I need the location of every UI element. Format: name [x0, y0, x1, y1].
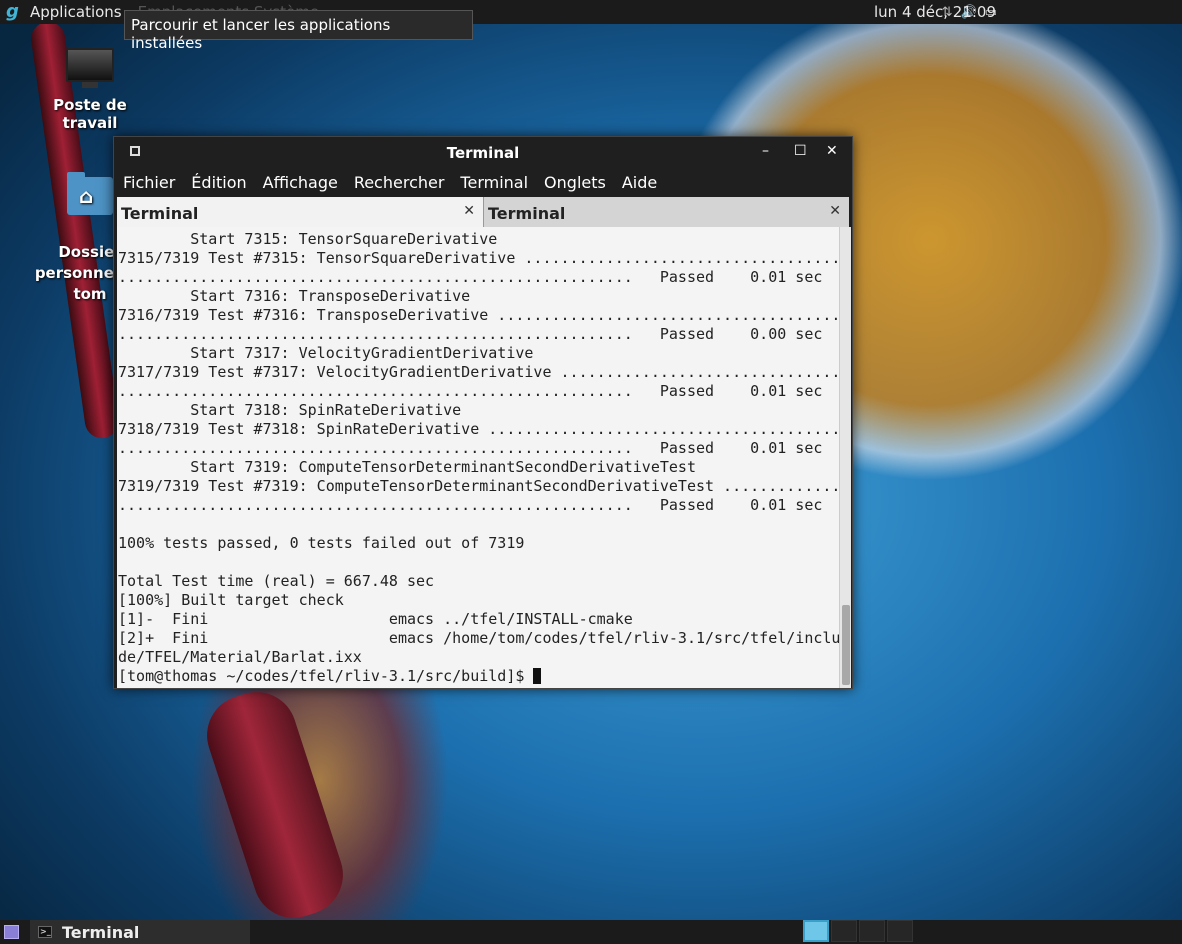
terminal-icon: >_ — [38, 926, 52, 938]
tab-close-icon[interactable]: ✕ — [463, 203, 475, 219]
terminal-line: ........................................… — [118, 496, 823, 514]
terminal-line: [100%] Built target check — [118, 591, 344, 609]
tab-label: Terminal — [488, 204, 566, 223]
terminal-line: [2]+ Fini emacs /home/tom/codes/tfel/rli… — [118, 629, 839, 647]
tab-terminal-2[interactable]: Terminal ✕ — [483, 197, 849, 227]
terminal-line: 7315/7319 Test #7315: TensorSquareDeriva… — [118, 249, 839, 267]
workspace-2[interactable] — [831, 920, 857, 942]
menu-bar: Fichier Édition Affichage Rechercher Ter… — [114, 169, 852, 195]
terminal-line: Start 7319: ComputeTensorDeterminantSeco… — [118, 458, 696, 476]
terminal-line: ........................................… — [118, 325, 823, 343]
menu-affichage[interactable]: Affichage — [263, 173, 338, 192]
terminal-line: 7318/7319 Test #7318: SpinRateDerivative… — [118, 420, 839, 438]
terminal-line: Start 7317: VelocityGradientDerivative — [118, 344, 534, 362]
scrollbar-thumb[interactable] — [842, 605, 850, 685]
terminal-line: ........................................… — [118, 268, 823, 286]
maximize-button[interactable]: ☐ — [794, 143, 807, 159]
terminal-line: ........................................… — [118, 382, 823, 400]
tab-bar: Terminal ✕ Terminal ✕ — [117, 197, 851, 227]
menu-fichier[interactable]: Fichier — [123, 173, 175, 192]
terminal-line: ........................................… — [118, 439, 823, 457]
workspace-1[interactable] — [803, 920, 829, 942]
terminal-line: Start 7315: TensorSquareDerivative — [118, 230, 498, 248]
distro-logo-icon: g — [6, 1, 19, 22]
terminal-window: Terminal – ☐ ✕ Fichier Édition Affichage… — [113, 136, 853, 689]
tab-terminal-1[interactable]: Terminal ✕ — [117, 197, 483, 227]
desktop-icon-computer[interactable]: Poste de travail — [28, 48, 152, 132]
workspace-3[interactable] — [859, 920, 885, 942]
show-desktop-icon[interactable] — [4, 925, 19, 939]
window-title: Terminal — [446, 144, 520, 162]
menu-onglets[interactable]: Onglets — [544, 173, 606, 192]
terminal-line: Start 7316: TransposeDerivative — [118, 287, 471, 305]
terminal-line: de/TFEL/Material/Barlat.ixx — [118, 648, 362, 666]
applications-tooltip: Parcourir et lancer les applications ins… — [124, 10, 473, 52]
taskbar-item-label: Terminal — [62, 922, 140, 942]
terminal-line: 100% tests passed, 0 tests failed out of… — [118, 534, 525, 552]
text-cursor — [533, 668, 542, 684]
terminal-text: Start 7315: TensorSquareDerivative 7315/7… — [117, 227, 839, 686]
tab-label: Terminal — [121, 204, 199, 223]
menu-edition[interactable]: Édition — [191, 173, 246, 192]
minimize-button[interactable]: – — [762, 143, 769, 159]
taskbar-item-terminal[interactable]: >_ Terminal — [30, 920, 250, 944]
menu-terminal[interactable]: Terminal — [460, 173, 528, 192]
computer-icon — [66, 48, 114, 82]
desktop-icon-label: Poste de travail — [53, 96, 127, 132]
window-titlebar[interactable]: Terminal – ☐ ✕ — [114, 137, 852, 169]
home-folder-icon: ⌂ — [67, 172, 113, 215]
shell-prompt: [tom@thomas ~/codes/tfel/rliv-3.1/src/bu… — [118, 667, 839, 686]
terminal-line: Start 7318: SpinRateDerivative — [118, 401, 462, 419]
bottom-panel: >_ Terminal — [0, 920, 1182, 944]
terminal-scrollbar[interactable] — [839, 227, 851, 688]
menu-aide[interactable]: Aide — [622, 173, 657, 192]
close-button[interactable]: ✕ — [826, 143, 838, 159]
terminal-line: 7319/7319 Test #7319: ComputeTensorDeter… — [118, 477, 839, 495]
wallpaper-bud — [196, 681, 354, 929]
menu-rechercher[interactable]: Rechercher — [354, 173, 445, 192]
terminal-line: 7317/7319 Test #7317: VelocityGradientDe… — [118, 363, 839, 381]
terminal-line: 7316/7319 Test #7316: TransposeDerivativ… — [118, 306, 839, 324]
clock[interactable]: lun 4 déc, 21:09 — [874, 3, 996, 21]
tab-close-icon[interactable]: ✕ — [829, 203, 841, 219]
terminal-line: Total Test time (real) = 667.48 sec — [118, 572, 435, 590]
terminal-line: [1]- Fini emacs ../tfel/INSTALL-cmake — [118, 610, 633, 628]
applications-label: Applications — [30, 3, 122, 21]
workspace-4[interactable] — [887, 920, 913, 942]
terminal-output[interactable]: Start 7315: TensorSquareDerivative 7315/7… — [117, 227, 839, 688]
